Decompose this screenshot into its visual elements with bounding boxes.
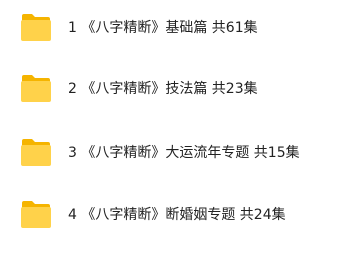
- folder-label: 1 《八字精断》基础篇 共61集: [68, 20, 258, 36]
- folder-icon: [21, 75, 51, 102]
- folder-item[interactable]: 1 《八字精断》基础篇 共61集: [20, 11, 258, 43]
- folder-label: 3 《八字精断》大运流年专题 共15集: [68, 145, 300, 161]
- folder-icon: [21, 201, 51, 228]
- folder-icon: [21, 14, 51, 41]
- folder-icon: [21, 139, 51, 166]
- folder-item[interactable]: 4 《八字精断》断婚姻专题 共24集: [20, 198, 286, 230]
- folder-item[interactable]: 3 《八字精断》大运流年专题 共15集: [20, 136, 300, 168]
- folder-label: 4 《八字精断》断婚姻专题 共24集: [68, 207, 286, 223]
- folder-item[interactable]: 2 《八字精断》技法篇 共23集: [20, 72, 258, 104]
- folder-list: 1 《八字精断》基础篇 共61集 2 《八字精断》技法篇 共23集 3 《八字精…: [0, 0, 340, 253]
- folder-label: 2 《八字精断》技法篇 共23集: [68, 81, 258, 97]
